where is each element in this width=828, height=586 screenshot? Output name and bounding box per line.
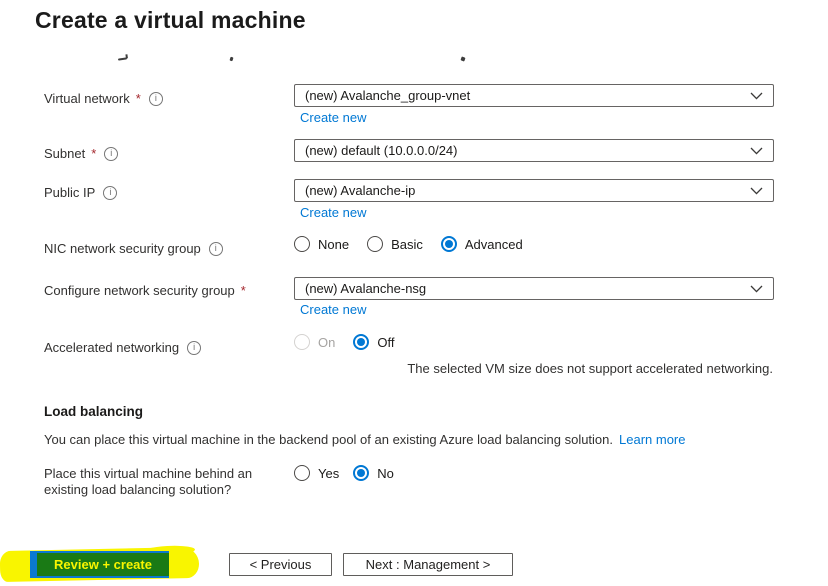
label-text: NIC network security group <box>44 241 201 256</box>
info-icon[interactable]: i <box>103 185 118 200</box>
radio-label: None <box>318 236 350 252</box>
radio-option-off[interactable]: Off <box>353 334 394 350</box>
label-text: Virtual network <box>44 91 130 106</box>
load-balancing-question: Place this virtual machine behind an exi… <box>44 466 253 497</box>
info-icon[interactable]: i <box>208 241 223 256</box>
next-management-button[interactable]: Next : Management > <box>343 553 513 576</box>
dropdown-value: (new) default (10.0.0.0/24) <box>305 143 458 158</box>
virtual-network-label: Virtual network * i <box>44 91 163 106</box>
chevron-down-icon <box>750 285 763 293</box>
label-text: Public IP <box>44 185 96 200</box>
radio-circle-selected <box>353 334 370 350</box>
page-title: Create a virtual machine <box>35 7 306 33</box>
label-text: Configure network security group <box>44 283 235 298</box>
create-vm-networking-page: Create a virtual machine Virtual network… <box>0 0 828 586</box>
radio-circle <box>294 465 310 481</box>
radio-circle-disabled <box>294 334 310 350</box>
accelerated-networking-note: The selected VM size does not support ac… <box>407 361 773 376</box>
green-highlighter-overlay: Review + create <box>37 553 169 576</box>
radio-circle-selected <box>353 465 370 481</box>
info-icon[interactable]: i <box>104 146 119 161</box>
radio-label: Advanced <box>464 236 523 252</box>
chevron-down-icon <box>750 147 763 155</box>
configure-nsg-dropdown[interactable]: (new) Avalanche-nsg <box>294 277 774 300</box>
radio-label: Basic <box>391 236 423 252</box>
dropdown-value: (new) Avalanche-nsg <box>305 281 427 296</box>
nic-nsg-label: NIC network security group i <box>44 241 223 256</box>
radio-circle <box>367 236 384 252</box>
load-balancing-radio-group: Yes No <box>294 465 412 481</box>
review-create-label: Review + create <box>54 557 152 572</box>
chevron-down-icon <box>750 92 763 100</box>
label-text: Accelerated networking <box>44 340 180 355</box>
required-marker: * <box>240 283 246 298</box>
dropdown-value: (new) Avalanche_group-vnet <box>305 88 471 103</box>
create-new-public-ip-link[interactable]: Create new <box>300 205 366 220</box>
clipped-text-remnant <box>229 56 234 62</box>
create-new-nsg-link[interactable]: Create new <box>300 302 366 317</box>
dropdown-value: (new) Avalanche-ip <box>305 183 416 198</box>
load-balancing-heading: Load balancing <box>44 404 144 419</box>
subnet-dropdown[interactable]: (new) default (10.0.0.0/24) <box>294 139 774 162</box>
required-marker: * <box>91 146 97 161</box>
radio-label: No <box>377 465 394 481</box>
create-new-vnet-link[interactable]: Create new <box>300 110 366 125</box>
radio-option-no[interactable]: No <box>353 465 394 481</box>
accelerated-networking-label: Accelerated networking i <box>44 340 202 355</box>
clipped-text-remnant <box>117 57 128 61</box>
radio-label: Yes <box>318 465 340 481</box>
review-create-button[interactable]: Review + create <box>30 551 169 578</box>
description-text: You can place this virtual machine in th… <box>44 432 614 447</box>
accelerated-networking-radio-group: On Off <box>294 334 412 350</box>
radio-circle <box>294 236 310 252</box>
subnet-label: Subnet * i <box>44 146 119 161</box>
radio-circle-selected <box>440 236 457 252</box>
radio-option-basic[interactable]: Basic <box>367 236 423 252</box>
virtual-network-dropdown[interactable]: (new) Avalanche_group-vnet <box>294 84 774 107</box>
label-text: Subnet <box>44 146 86 161</box>
radio-label: Off <box>377 334 395 350</box>
radio-option-on-disabled: On <box>294 334 335 350</box>
info-icon[interactable]: i <box>187 340 202 355</box>
radio-label: On <box>318 334 336 350</box>
public-ip-dropdown[interactable]: (new) Avalanche-ip <box>294 179 774 202</box>
radio-option-none[interactable]: None <box>294 236 349 252</box>
radio-option-advanced[interactable]: Advanced <box>440 236 523 252</box>
clipped-text-remnant <box>460 56 466 62</box>
previous-button[interactable]: < Previous <box>229 553 332 576</box>
chevron-down-icon <box>750 187 763 195</box>
radio-option-yes[interactable]: Yes <box>294 465 339 481</box>
configure-nsg-label: Configure network security group * <box>44 283 246 298</box>
load-balancing-description: You can place this virtual machine in th… <box>44 432 686 447</box>
nic-nsg-radio-group: None Basic Advanced <box>294 236 541 252</box>
required-marker: * <box>135 91 141 106</box>
learn-more-link[interactable]: Learn more <box>619 432 685 447</box>
public-ip-label: Public IP i <box>44 185 118 200</box>
info-icon[interactable]: i <box>148 91 163 106</box>
